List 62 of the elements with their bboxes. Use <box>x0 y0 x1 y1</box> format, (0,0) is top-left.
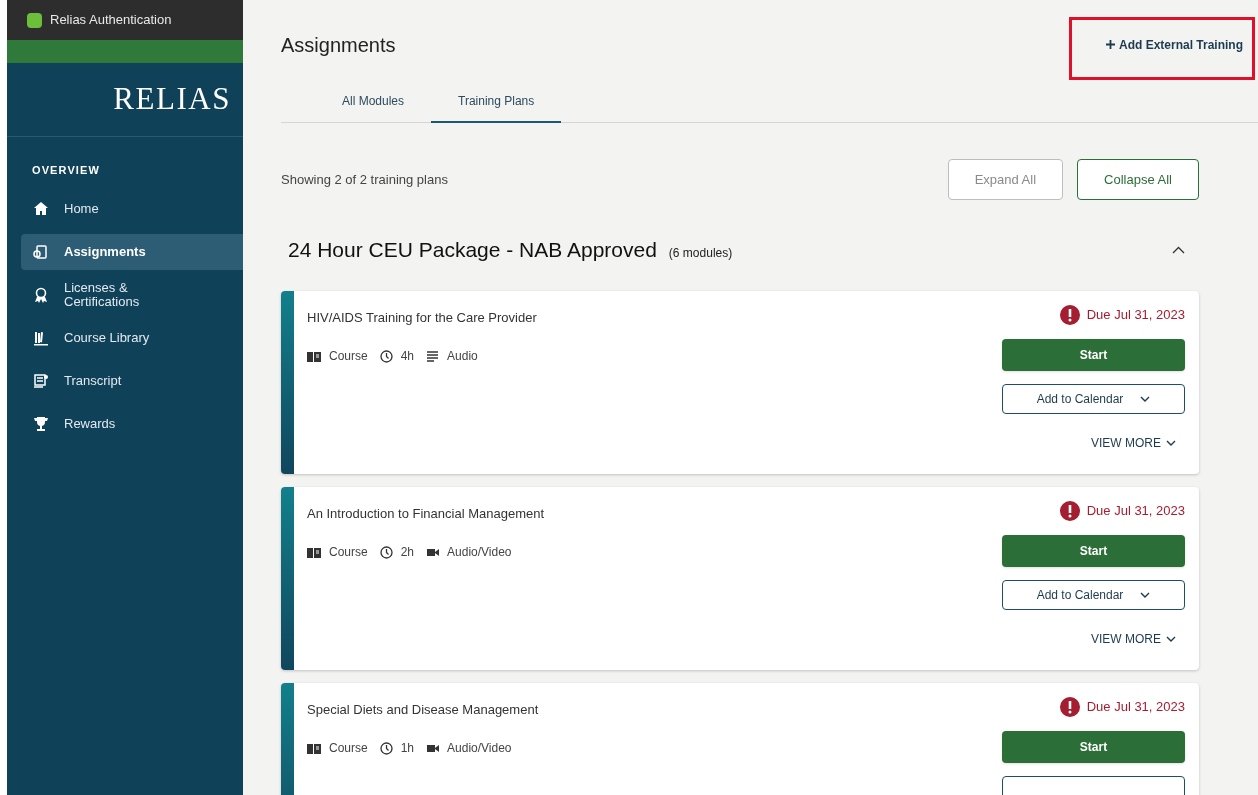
module-duration: 1h <box>400 740 415 757</box>
alert-icon <box>1059 500 1080 521</box>
toolbar-button[interactable]: Collapse All <box>1077 159 1199 200</box>
chevron-down-icon <box>1140 395 1151 402</box>
browser-tab[interactable]: Relias Authentication <box>50 10 172 30</box>
module-title: Special Diets and Disease Management <box>307 700 540 719</box>
book-icon <box>307 350 321 362</box>
due-date: Due Jul 31, 2023 <box>1086 697 1185 716</box>
lines-icon <box>426 349 440 363</box>
award-icon <box>33 286 49 303</box>
section-heading: OVERVIEW <box>32 163 101 178</box>
module-count: (6 modules) <box>668 245 733 262</box>
view-more-link[interactable]: VIEW MORE <box>1091 433 1176 452</box>
clock-icon <box>379 741 393 755</box>
tab[interactable]: Training Plans <box>431 92 562 123</box>
start-button[interactable]: Start <box>1002 534 1185 567</box>
books-icon <box>33 329 49 346</box>
sidebar-item[interactable]: Course Library <box>21 319 243 356</box>
plan-title: 24 Hour CEU Package - NAB Approved <box>288 237 657 263</box>
clock-icon <box>379 545 393 559</box>
add-to-calendar-button[interactable]: Add to Calendar <box>1002 579 1185 610</box>
chevron-down-icon <box>1140 591 1151 598</box>
favicon-icon <box>27 12 42 28</box>
module-type: Course <box>329 740 368 757</box>
module-title: HIV/AIDS Training for the Care Provider <box>307 308 538 327</box>
document-icon <box>33 372 49 389</box>
sidebar-item[interactable]: Home <box>21 190 243 227</box>
add-to-calendar-button[interactable]: Add to Calendar <box>1002 383 1185 414</box>
module-duration: 4h <box>400 348 415 365</box>
sidebar-item[interactable]: Licenses & Certifications <box>21 276 243 313</box>
trophy-icon <box>33 415 49 432</box>
sidebar-item[interactable]: Assignments <box>21 233 243 270</box>
alert-icon <box>1059 304 1080 325</box>
sidebar-item[interactable]: Rewards <box>21 405 243 442</box>
module-media: Audio/Video <box>447 740 512 757</box>
logo: RELIAS <box>113 80 231 119</box>
summary-text: Showing 2 of 2 training plans <box>281 170 448 189</box>
clock-icon <box>379 349 393 363</box>
home-icon <box>33 200 49 217</box>
due-date: Due Jul 31, 2023 <box>1086 501 1185 520</box>
plus-icon <box>1105 40 1115 49</box>
start-button[interactable]: Start <box>1002 730 1185 763</box>
chevron-up-icon[interactable] <box>1172 245 1185 254</box>
add-external-training-link[interactable]: Add External Training <box>1105 35 1243 54</box>
page-title: Assignments <box>281 32 396 58</box>
module-media: Audio/Video <box>447 544 512 561</box>
book-icon <box>307 742 321 754</box>
module-type: Course <box>329 348 368 365</box>
chevron-down-icon <box>1166 635 1176 642</box>
start-button[interactable]: Start <box>1002 338 1185 371</box>
module-duration: 2h <box>400 544 415 561</box>
sidebar-item[interactable]: Transcript <box>21 362 243 399</box>
module-media: Audio <box>447 348 478 365</box>
module-type: Course <box>329 544 368 561</box>
view-more-link[interactable]: VIEW MORE <box>1091 629 1176 648</box>
due-date: Due Jul 31, 2023 <box>1086 305 1185 324</box>
book-icon <box>307 546 321 558</box>
module-title: An Introduction to Financial Management <box>307 504 546 523</box>
clipboard-icon <box>33 243 49 260</box>
chevron-down-icon <box>1166 439 1176 446</box>
tab[interactable]: All Modules <box>315 92 432 123</box>
alert-icon <box>1059 696 1080 717</box>
